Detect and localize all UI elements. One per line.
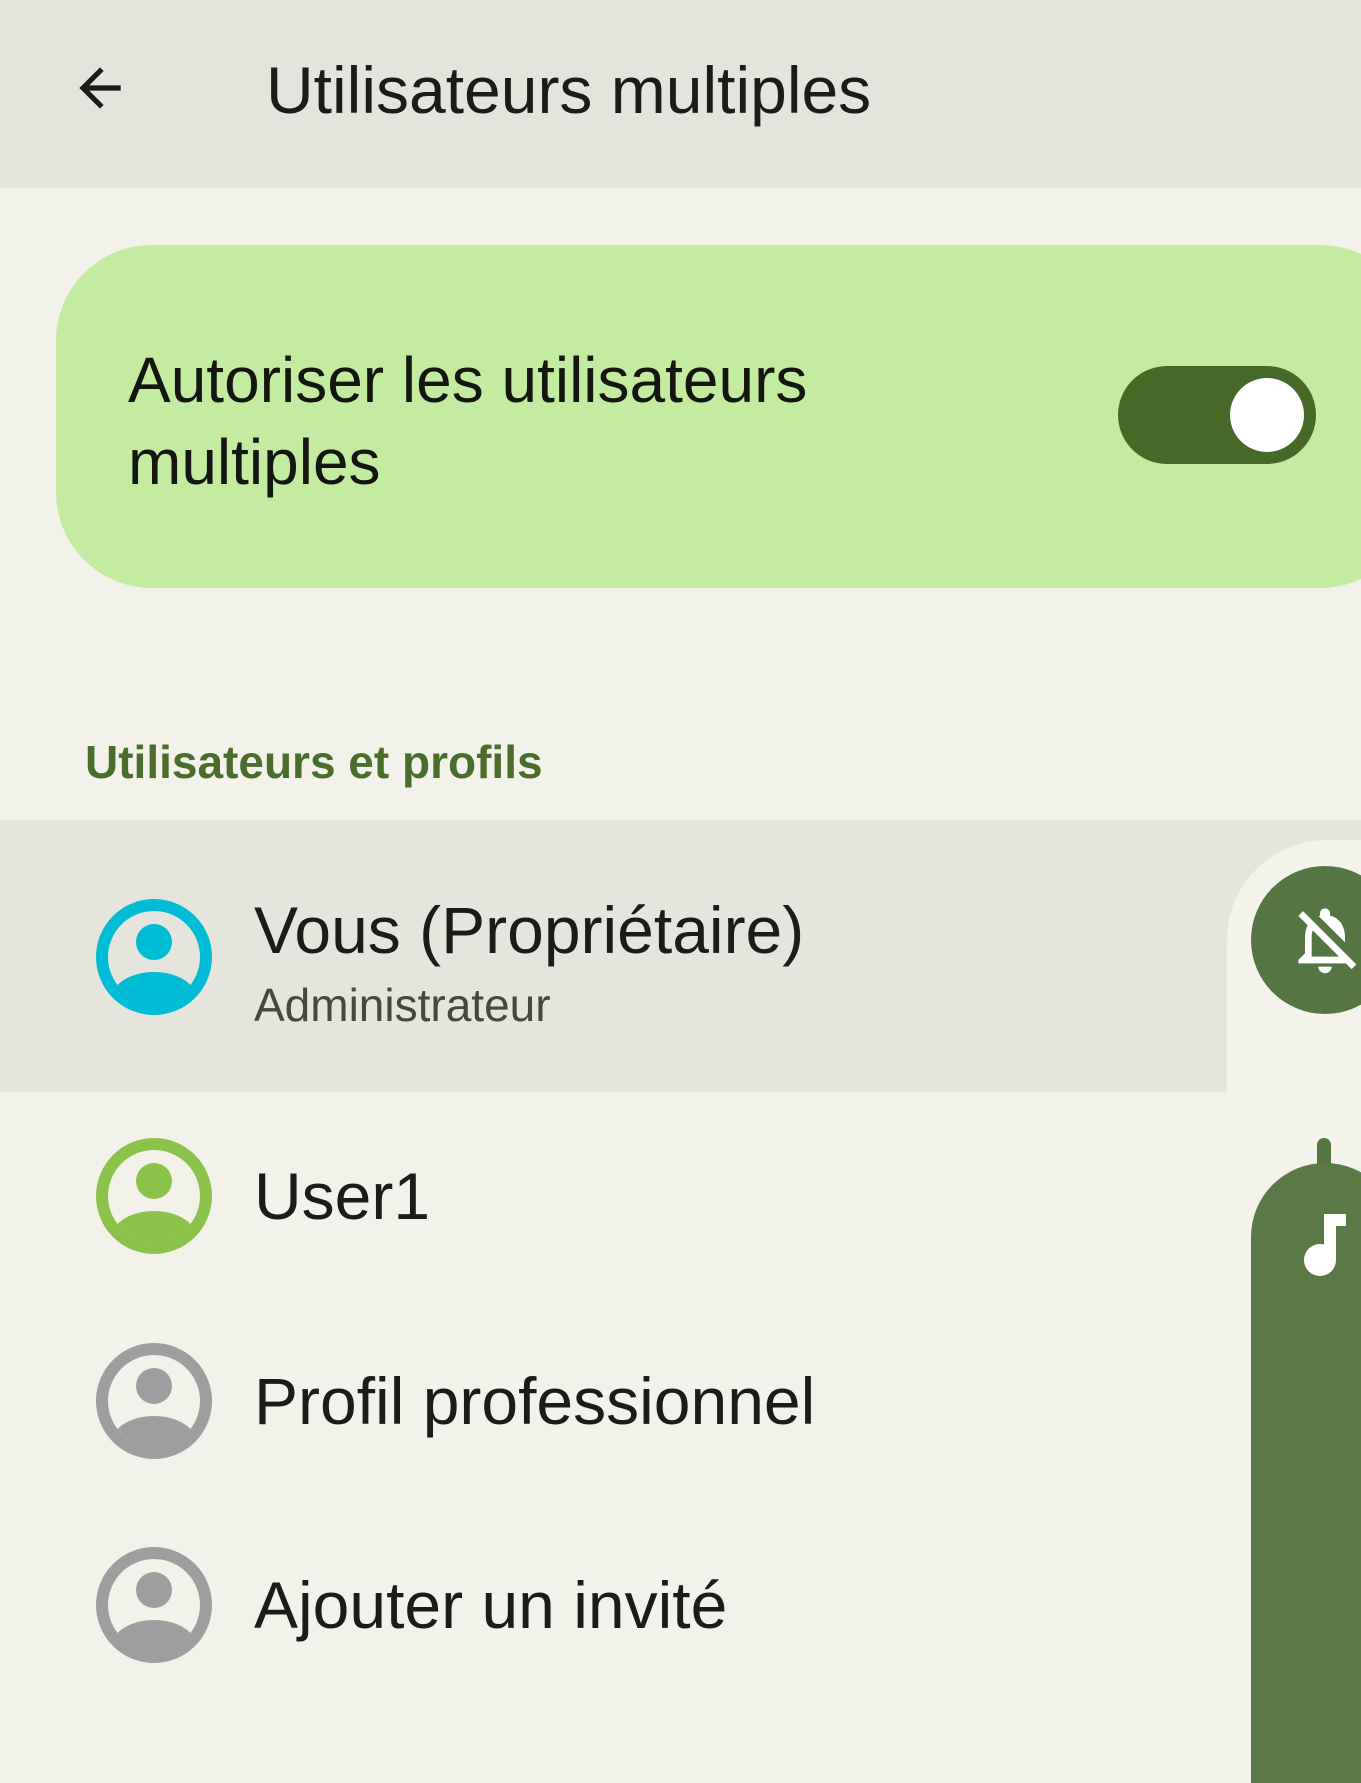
allow-multiple-users-switch[interactable] — [1118, 366, 1316, 464]
user-avatar-icon — [96, 1138, 212, 1254]
switch-thumb — [1230, 378, 1304, 452]
user-name: User1 — [254, 1159, 431, 1233]
user-avatar-icon — [96, 899, 212, 1015]
allow-multiple-users-label: Autoriser les utilisateurs multiples — [128, 344, 808, 498]
bell-off-icon — [1298, 908, 1357, 974]
user-row-work-profile[interactable]: Profil professionnel — [0, 1304, 1361, 1508]
user-avatar-icon — [96, 1547, 212, 1663]
back-button[interactable] — [48, 36, 152, 140]
add-guest-row[interactable]: Ajouter un invité — [0, 1508, 1361, 1713]
user-role: Administrateur — [254, 979, 551, 1031]
user-avatar-icon — [96, 1343, 212, 1459]
allow-multiple-users-toggle-row[interactable]: Autoriser les utilisateurs multiples — [56, 245, 1361, 588]
user-name: Vous (Propriétaire) — [254, 893, 805, 967]
arrow-back-icon — [79, 67, 121, 109]
user-row-user1[interactable]: User1 — [0, 1092, 1361, 1304]
section-header-users-and-profiles: Utilisateurs et profils — [85, 736, 543, 788]
app-bar: Utilisateurs multiples — [0, 0, 1361, 188]
music-note-icon — [1304, 1214, 1346, 1276]
user-name: Profil professionnel — [254, 1364, 816, 1438]
user-row-owner[interactable]: Vous (Propriétaire) Administrateur — [0, 820, 1361, 1092]
user-name: Ajouter un invité — [254, 1568, 728, 1642]
page-title: Utilisateurs multiples — [266, 53, 872, 127]
